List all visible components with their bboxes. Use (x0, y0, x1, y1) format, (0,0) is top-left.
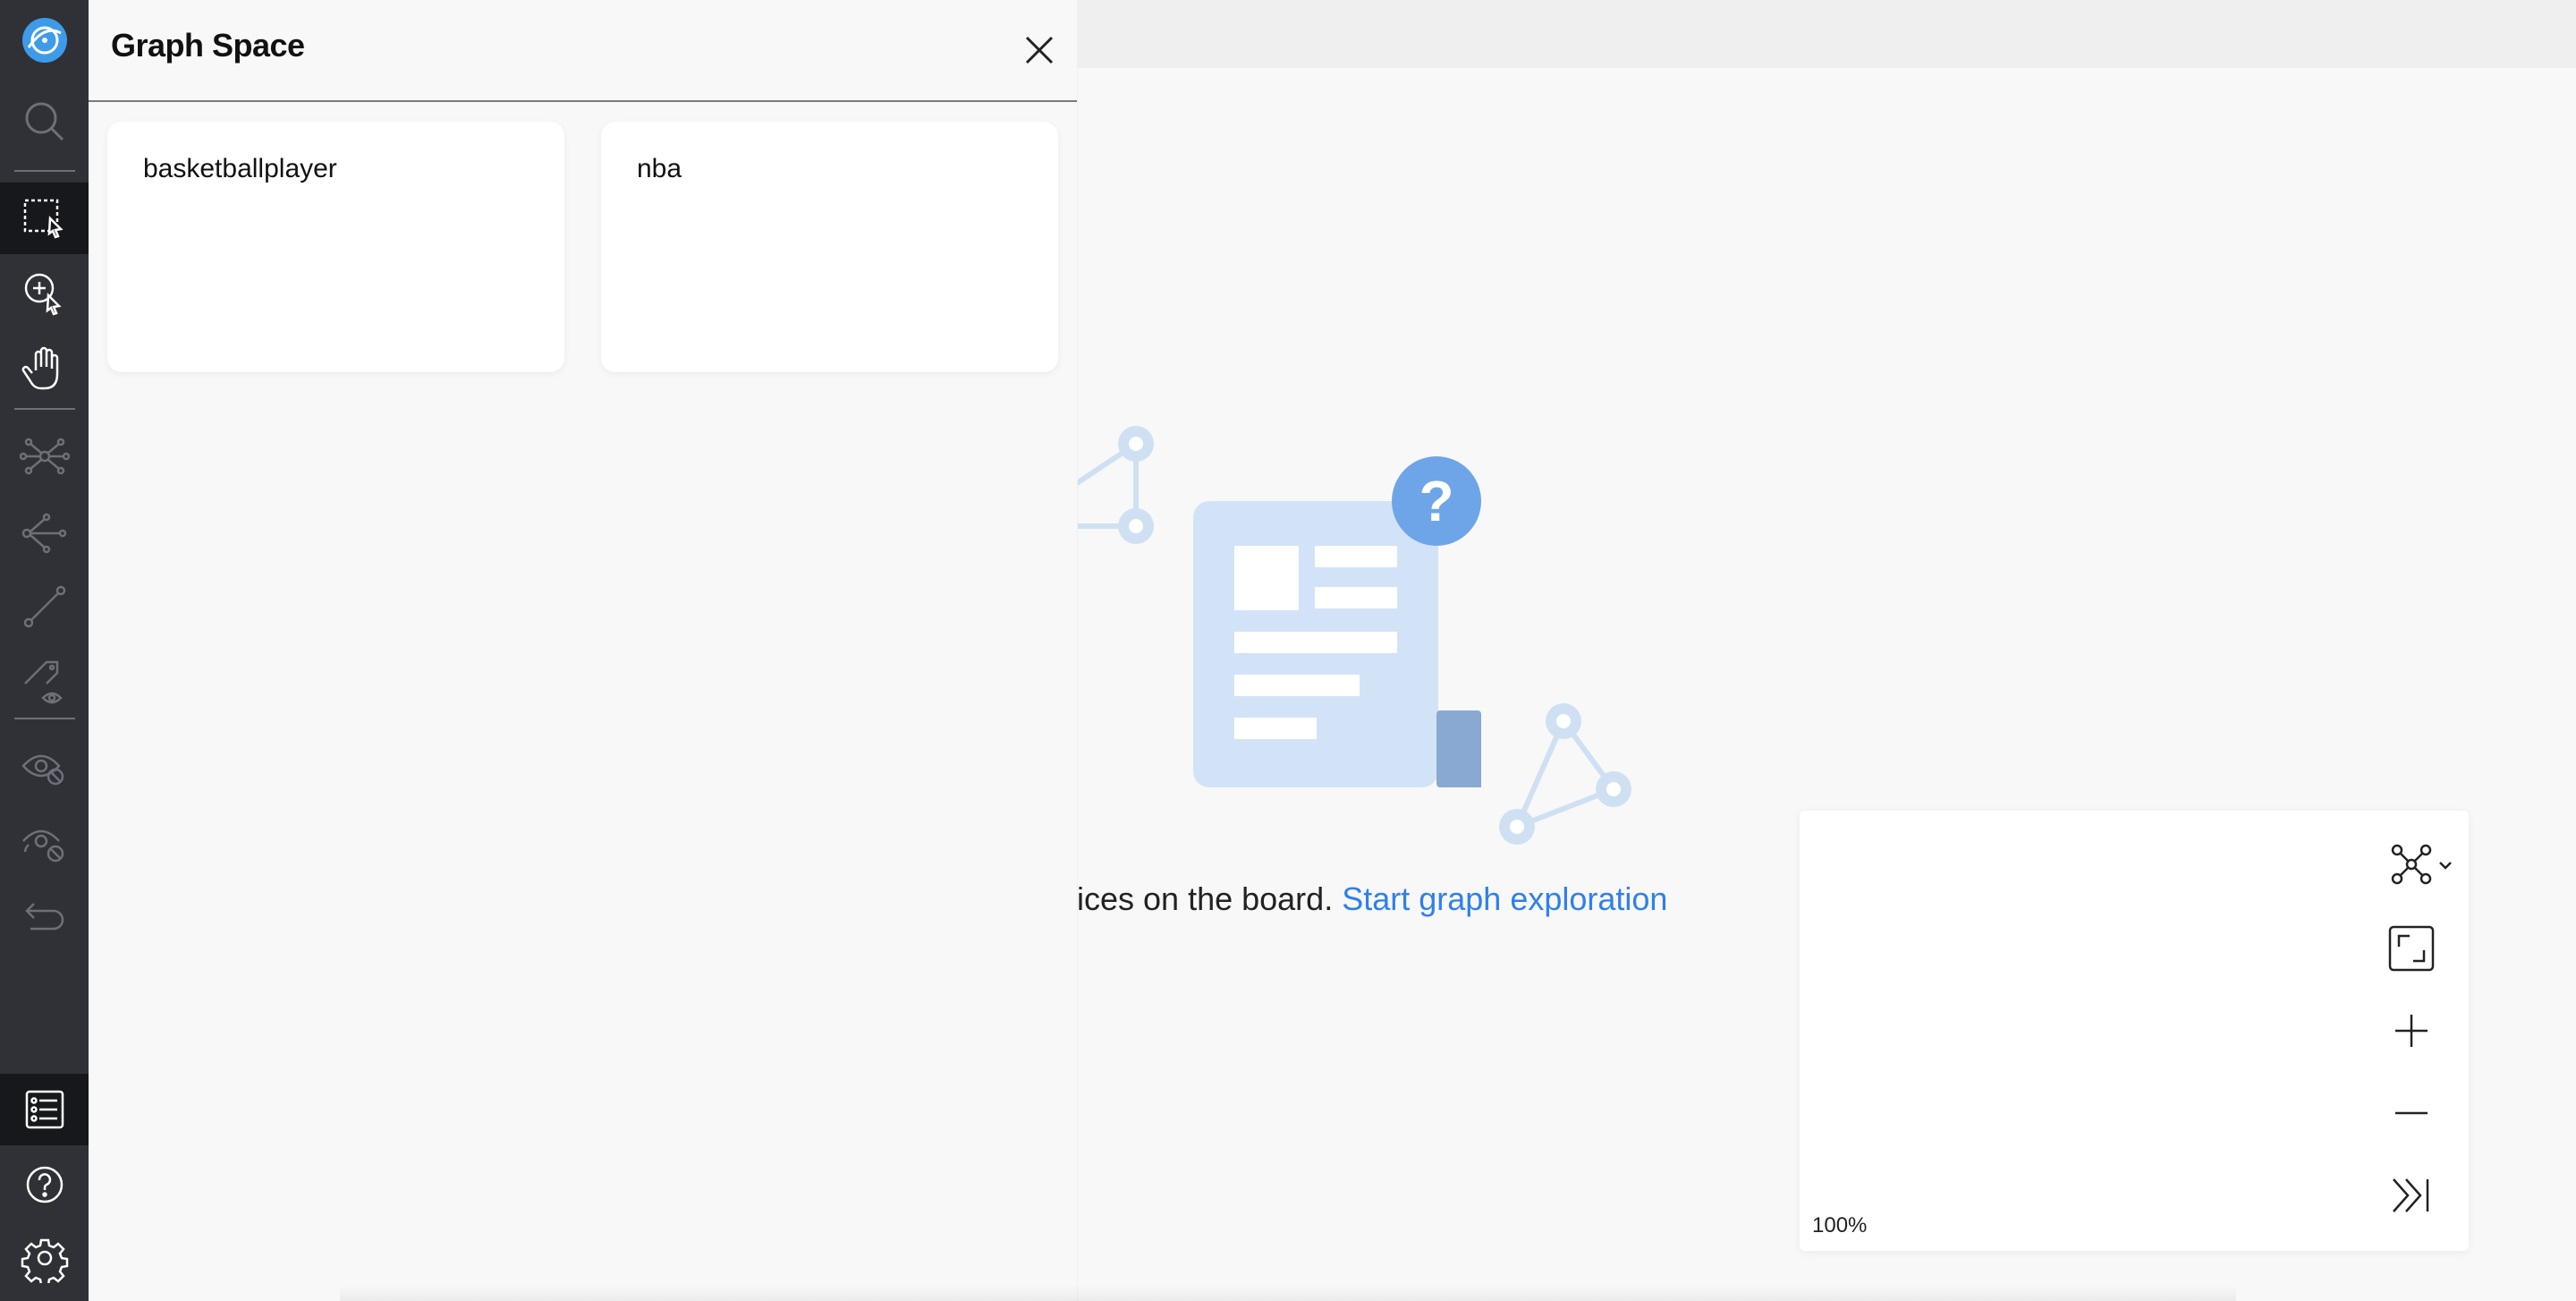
select-box-icon (23, 199, 64, 239)
toolbar-divider (14, 170, 75, 172)
toolbar-divider (14, 718, 75, 719)
graph-space-drawer: Graph Space basketballplayer nba (89, 0, 1078, 1301)
common-neighbor-button[interactable] (0, 496, 89, 567)
double-chevron-right-icon (2393, 1178, 2429, 1212)
bottom-shadow (340, 1285, 2236, 1301)
search-button[interactable] (0, 86, 89, 157)
zoom-in-button[interactable] (2385, 1004, 2438, 1058)
find-path-button[interactable] (0, 571, 89, 642)
help-icon (26, 1166, 63, 1203)
search-icon (25, 102, 64, 141)
zoom-select-icon (24, 273, 62, 316)
start-exploration-link[interactable]: Start graph exploration (1342, 880, 1667, 917)
svg-text:?: ? (1419, 469, 1453, 533)
settings-icon (21, 1238, 68, 1283)
empty-state-text: ices on the board. (1077, 880, 1334, 917)
fit-view-button[interactable] (2385, 922, 2438, 975)
find-path-icon (23, 585, 65, 628)
pan-button[interactable] (0, 333, 89, 404)
empty-state-message: ices on the board. Start graph explorati… (1077, 880, 1882, 918)
common-neighbor-icon (21, 513, 66, 554)
zoom-select-button[interactable] (0, 258, 89, 329)
hide-others-button[interactable] (0, 805, 89, 877)
show-tags-button[interactable] (0, 646, 89, 718)
close-icon[interactable] (1020, 30, 1059, 70)
space-card-nba[interactable]: nba (601, 122, 1058, 372)
zoom-out-button[interactable] (2385, 1086, 2438, 1140)
space-card-label: nba (637, 154, 682, 183)
space-card-basketballplayer[interactable]: basketballplayer (107, 122, 564, 372)
space-card-label: basketballplayer (143, 154, 337, 183)
expand-button[interactable] (0, 421, 89, 492)
logo[interactable] (0, 4, 89, 76)
hide-button[interactable] (0, 730, 89, 802)
show-tags-icon (23, 660, 63, 704)
chevron-down-icon (2439, 862, 2452, 870)
hide-others-icon (21, 829, 64, 863)
hide-icon (21, 754, 64, 786)
select-button[interactable] (0, 183, 89, 254)
settings-button[interactable] (0, 1222, 89, 1294)
empty-illustration: ? (1077, 421, 1649, 850)
zoom-panel: 100% (1800, 811, 2469, 1251)
undo-icon (24, 903, 64, 931)
graph-space-button[interactable] (0, 1074, 89, 1145)
minus-icon (2395, 1111, 2428, 1115)
help-button[interactable] (0, 1149, 89, 1220)
collapse-panel-button[interactable] (2385, 1169, 2438, 1222)
drawer-header: Graph Space (89, 0, 1077, 102)
left-toolbar (0, 0, 89, 1301)
layout-dropdown[interactable] (2386, 838, 2458, 891)
fit-view-icon (2388, 925, 2435, 972)
expand-graph-icon (19, 438, 70, 475)
pan-hand-icon (21, 346, 58, 390)
graph-space-icon (25, 1090, 64, 1129)
drawer-title: Graph Space (111, 27, 305, 64)
undo-button[interactable] (0, 880, 89, 952)
zoom-level: 100% (1812, 1213, 1868, 1237)
toolbar-divider (14, 408, 75, 410)
canvas-top-bar (1077, 0, 2576, 68)
plus-icon (2395, 1015, 2428, 1047)
logo-icon (21, 18, 67, 63)
layout-icon (2391, 844, 2452, 885)
